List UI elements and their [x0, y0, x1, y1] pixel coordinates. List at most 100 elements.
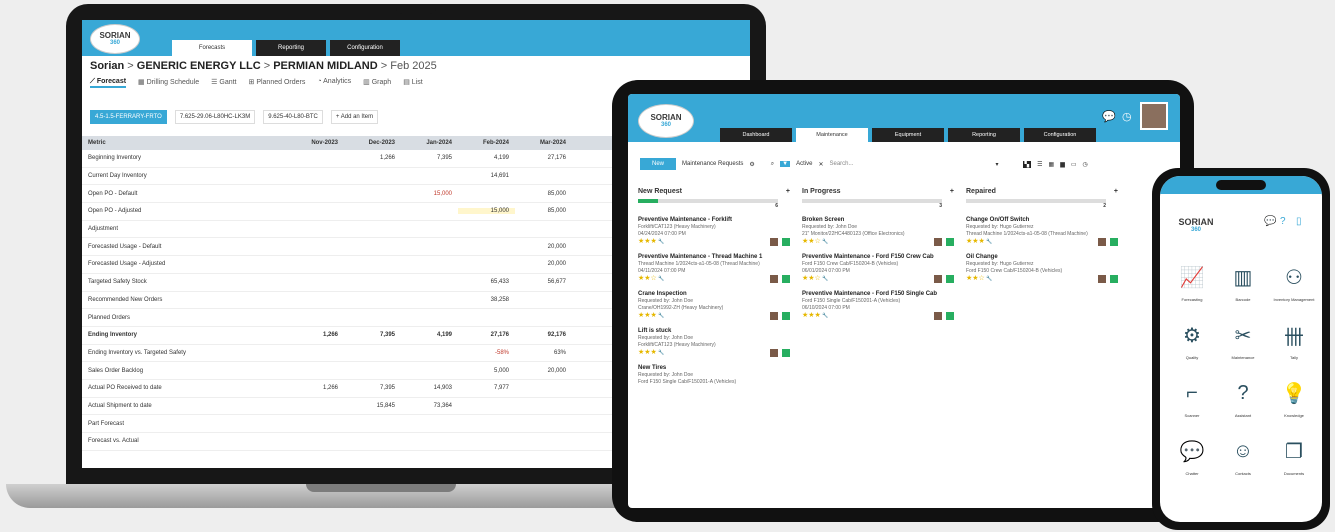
priority-stars[interactable]: ★★★ [638, 349, 657, 356]
priority-stars[interactable]: ★★★ [802, 312, 821, 319]
tab-maintenance[interactable]: Maintenance [796, 128, 868, 142]
nav-planned[interactable]: ⊞ Planned Orders [249, 78, 306, 88]
table-cell[interactable]: 14,903 [401, 385, 458, 391]
remove-filter-icon[interactable]: ✕ [818, 161, 823, 168]
table-cell[interactable]: 1,266 [344, 155, 401, 161]
table-cell[interactable]: 15,845 [344, 403, 401, 409]
table-cell[interactable]: 5,000 [458, 368, 515, 374]
request-card[interactable]: Oil Change Requested by: Hugo Gutierrez Fo… [966, 254, 1118, 283]
priority-stars[interactable]: ★★☆ [802, 275, 821, 282]
nav-analytics[interactable]: ◔ Analytics [317, 78, 351, 88]
settings-icon[interactable]: ⚙ [749, 161, 754, 168]
table-cell[interactable]: 1,266 [287, 332, 344, 338]
priority-stars[interactable]: ★★★ [638, 238, 657, 245]
view-grid-icon[interactable]: ▦ [1049, 161, 1055, 168]
app-tile[interactable]: ☺ Contacts [1221, 434, 1265, 477]
request-card[interactable]: Preventive Maintenance - Ford F150 Crew … [802, 254, 954, 283]
chip-item-2[interactable]: 7.625-29.06-L80HC-LK3M [174, 110, 256, 124]
app-tile[interactable]: 💬 Chatter [1170, 434, 1214, 477]
app-tile[interactable]: ⌐ Scanner [1170, 376, 1214, 419]
tab-dashboard[interactable]: Dashboard [720, 128, 792, 142]
add-card-icon[interactable]: + [950, 188, 954, 195]
request-card[interactable]: Preventive Maintenance - Thread Machine … [638, 254, 790, 283]
crumb-root[interactable]: Sorian [90, 60, 124, 72]
table-cell[interactable]: 65,433 [458, 279, 515, 285]
clock-icon[interactable]: ◷ [1122, 110, 1132, 123]
tab-equipment[interactable]: Equipment [872, 128, 944, 142]
view-chart-icon[interactable]: ▆ [1060, 161, 1065, 168]
avatar[interactable] [1140, 102, 1168, 130]
table-cell[interactable]: 15,000 [458, 208, 515, 215]
crumb-company[interactable]: GENERIC ENERGY LLC [137, 60, 261, 72]
chat-icon[interactable]: 💬 [1264, 216, 1276, 227]
table-cell[interactable]: 27,176 [515, 155, 572, 161]
table-cell[interactable]: 20,000 [515, 368, 572, 374]
view-list-icon[interactable]: ☰ [1037, 161, 1042, 168]
table-cell[interactable]: 20,000 [515, 244, 572, 250]
tab-configuration[interactable]: Configuration [1024, 128, 1096, 142]
tab-reporting[interactable]: Reporting [256, 40, 326, 56]
add-card-icon[interactable]: + [786, 188, 790, 195]
priority-stars[interactable]: ★★☆ [966, 275, 985, 282]
priority-stars[interactable]: ★★☆ [802, 238, 821, 245]
chevron-down-icon[interactable]: ▾ [995, 161, 998, 168]
request-card[interactable]: Change On/Off Switch Requested by: Hugo G… [966, 217, 1118, 246]
table-cell[interactable]: 73,364 [401, 403, 458, 409]
app-tile[interactable]: 卌 Tally [1272, 318, 1316, 361]
nav-list[interactable]: ▤ List [403, 78, 422, 88]
table-cell[interactable]: 56,677 [515, 279, 572, 285]
table-cell[interactable]: 27,176 [458, 332, 515, 338]
table-cell[interactable]: 14,691 [458, 173, 515, 179]
table-cell[interactable]: 63% [515, 350, 572, 356]
request-card[interactable]: Broken Screen Requested by: John Doe 21" M… [802, 217, 954, 246]
app-tile[interactable]: ✂ Maintenance [1221, 318, 1265, 361]
table-cell[interactable]: 4,199 [458, 155, 515, 161]
app-tile[interactable]: 💡 Knowledge [1272, 376, 1316, 419]
crumb-region[interactable]: PERMIAN MIDLAND [273, 60, 378, 72]
app-tile[interactable]: ⚙ Quality [1170, 318, 1214, 361]
add-item-button[interactable]: + Add an Item [330, 110, 379, 124]
search-input[interactable]: Search... [829, 161, 989, 167]
view-clock-icon[interactable]: ◷ [1082, 161, 1087, 168]
tab-reporting[interactable]: Reporting [948, 128, 1020, 142]
view-calendar-icon[interactable]: ▭ [1071, 161, 1077, 168]
app-tile[interactable]: ⚇ Inventory Management [1272, 260, 1316, 303]
new-button[interactable]: New [640, 158, 677, 170]
request-card[interactable]: Crane Inspection Requested by: John Doe Cr… [638, 291, 790, 320]
request-card[interactable]: New Tires Requested by: John Doe Ford F150… [638, 365, 790, 386]
chip-item-3[interactable]: 9.625-40-L80-BTC [263, 110, 323, 124]
nav-graph[interactable]: ▥ Graph [363, 78, 391, 88]
nav-drilling[interactable]: ▦ Drilling Schedule [138, 78, 199, 88]
add-card-icon[interactable]: + [1114, 188, 1118, 195]
table-cell[interactable]: 7,977 [458, 385, 515, 391]
filter-icon[interactable]: ▼ [780, 161, 791, 167]
nav-forecast[interactable]: ⟋ Forecast [90, 78, 127, 88]
priority-stars[interactable]: ★★☆ [638, 275, 657, 282]
table-cell[interactable]: 4,199 [401, 332, 458, 338]
app-tile[interactable]: 📈 Forecasting [1170, 260, 1214, 303]
table-cell[interactable]: 85,000 [515, 208, 572, 214]
table-cell[interactable]: 7,395 [401, 155, 458, 161]
request-card[interactable]: Preventive Maintenance - Forklift Forklif… [638, 217, 790, 246]
table-cell[interactable]: 15,000 [401, 191, 458, 197]
table-cell[interactable]: -58% [458, 350, 515, 356]
table-cell[interactable]: 85,000 [515, 191, 572, 197]
app-tile[interactable]: ▥ Barcode [1221, 260, 1265, 303]
table-cell[interactable]: 92,176 [515, 332, 572, 338]
priority-stars[interactable]: ★★★ [966, 238, 985, 245]
nav-gantt[interactable]: ☰ Gantt [211, 78, 236, 88]
app-tile[interactable]: ? Assistant [1221, 376, 1265, 419]
help-icon[interactable]: ? [1280, 216, 1286, 227]
request-card[interactable]: Lift is stuck Requested by: John Doe Forkl… [638, 328, 790, 357]
priority-stars[interactable]: ★★★ [638, 312, 657, 319]
table-cell[interactable]: 38,258 [458, 297, 515, 303]
app-tile[interactable]: ❐ Documents [1272, 434, 1316, 477]
chip-item-1[interactable]: 4.5-1.5-FERRARY-FRTO [90, 110, 167, 124]
table-cell[interactable]: 7,395 [344, 385, 401, 391]
tab-forecasts[interactable]: Forecasts [172, 40, 252, 56]
table-cell[interactable]: 1,266 [287, 385, 344, 391]
table-cell[interactable]: 20,000 [515, 261, 572, 267]
table-cell[interactable]: 7,395 [344, 332, 401, 338]
logout-icon[interactable]: ▯ [1296, 216, 1302, 227]
request-card[interactable]: Preventive Maintenance - Ford F150 Singl… [802, 291, 954, 320]
